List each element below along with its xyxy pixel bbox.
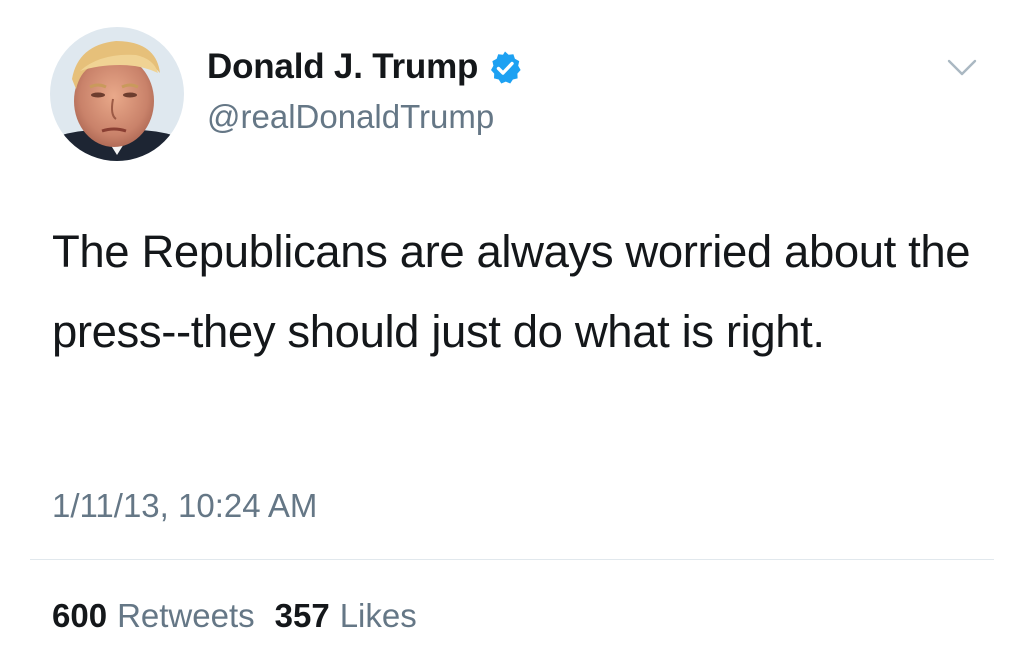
likes-label: Likes — [339, 597, 417, 634]
tweet-text: The Republicans are always worried about… — [52, 226, 971, 357]
author-handle[interactable]: @realDonaldTrump — [207, 96, 494, 138]
author-display-name[interactable]: Donald J. Trump — [207, 44, 478, 90]
verified-badge-icon — [487, 50, 523, 86]
tweet-card: Donald J. Trump @realDonaldTrump The Rep… — [0, 0, 1024, 658]
avatar-image — [50, 27, 184, 161]
tweet-timestamp[interactable]: 1/11/13, 10:24 AM — [52, 484, 317, 528]
retweets-stat[interactable]: 600 Retweets — [52, 594, 255, 638]
divider — [30, 559, 994, 560]
chevron-down-icon[interactable] — [942, 52, 982, 82]
likes-stat[interactable]: 357 Likes — [275, 594, 417, 638]
retweets-label: Retweets — [117, 597, 255, 634]
profile-avatar[interactable] — [50, 27, 184, 161]
author-name-row[interactable]: Donald J. Trump — [207, 44, 523, 90]
tweet-stats: 600 Retweets 357 Likes — [52, 594, 437, 638]
retweets-count: 600 — [52, 597, 108, 634]
likes-count: 357 — [274, 597, 330, 634]
